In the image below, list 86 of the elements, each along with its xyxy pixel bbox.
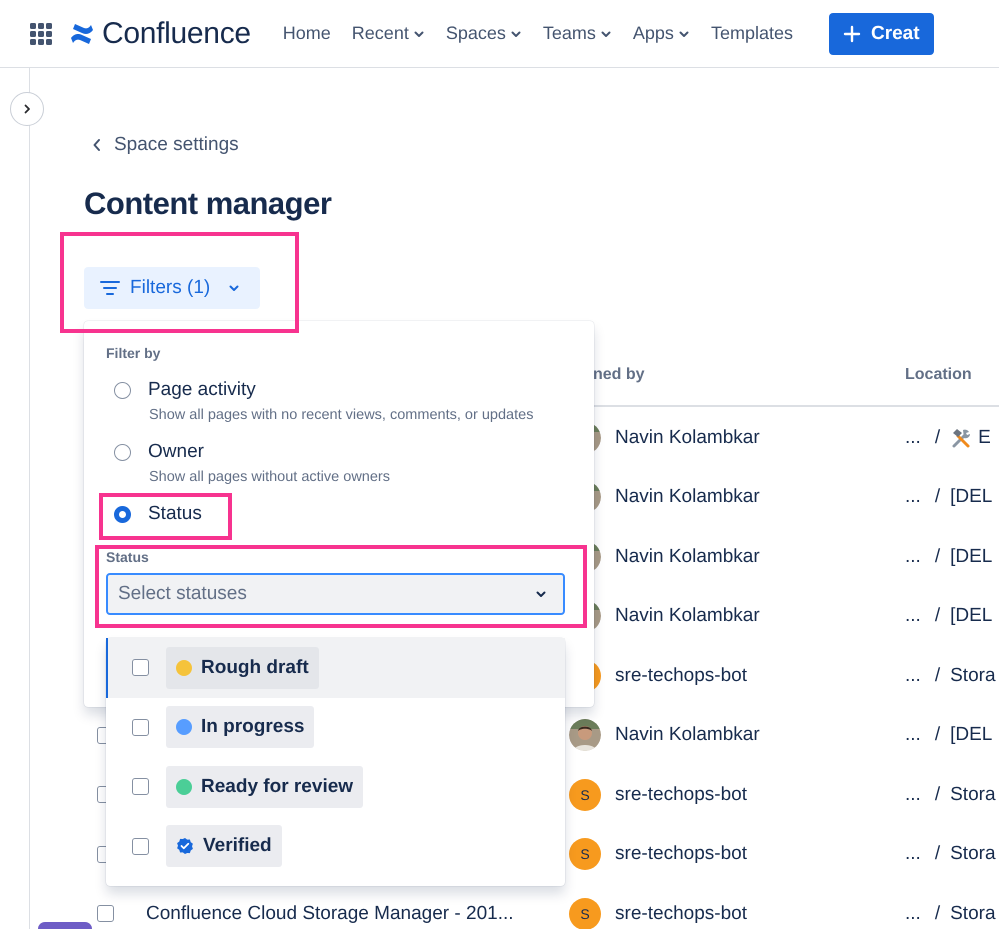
field-label: Status (106, 549, 150, 565)
breadcrumb-ellipsis[interactable]: ... (905, 426, 921, 449)
status-option[interactable]: In progress (106, 698, 565, 757)
owner-name[interactable]: Navin Kolambkar (615, 605, 760, 628)
breadcrumb-ellipsis[interactable]: ... (905, 486, 921, 508)
product-name[interactable]: Confluence (102, 16, 251, 50)
location-link[interactable]: Stora (950, 843, 996, 866)
status-option[interactable]: Verified (106, 816, 565, 876)
app-switcher-icon[interactable] (30, 22, 52, 44)
location-link[interactable]: Stora (950, 902, 996, 925)
breadcrumb-ellipsis[interactable]: ... (905, 605, 921, 628)
option-description: Show all pages without active owners (149, 468, 391, 487)
breadcrumb-ellipsis[interactable]: ... (905, 784, 921, 806)
owner-name[interactable]: sre-techops-bot (615, 843, 748, 866)
location-link[interactable]: [DEL (950, 546, 992, 568)
filters-button[interactable]: Filters (1) (84, 267, 260, 309)
page-title-link[interactable]: Confluence Cloud Storage Manager - 201... (146, 902, 514, 924)
tools-icon (950, 426, 972, 449)
option-description: Show all pages with no recent views, comments, or updates (149, 406, 534, 425)
verified-badge-icon (176, 837, 194, 856)
status-option[interactable]: Ready for review (106, 757, 565, 816)
option-label[interactable]: Status (148, 503, 202, 525)
breadcrumb-separator: / (934, 784, 940, 806)
create-button[interactable]: Creat (828, 12, 934, 54)
location-link[interactable]: Stora (950, 784, 996, 806)
nav-menu-item[interactable]: Home (282, 16, 331, 52)
back-link[interactable]: Space settings (92, 132, 239, 158)
breadcrumb-separator: / (934, 546, 940, 568)
chevron-left-icon (92, 138, 102, 152)
page-title: Content manager (84, 185, 332, 223)
location-link[interactable]: [DEL (950, 724, 992, 746)
status-checkbox[interactable] (132, 778, 149, 796)
column-header[interactable]: Location (905, 366, 972, 384)
breadcrumb-separator: / (934, 843, 940, 866)
owner-name[interactable]: Navin Kolambkar (615, 724, 760, 746)
owner-name[interactable]: sre-techops-bot (615, 664, 748, 687)
owner-name[interactable]: Navin Kolambkar (615, 486, 760, 508)
status-label: Verified (203, 835, 272, 858)
breadcrumb-ellipsis[interactable]: ... (905, 546, 921, 568)
nav-menu-item[interactable]: Spaces (446, 16, 522, 52)
radio-button[interactable] (114, 506, 131, 522)
owner-name[interactable]: Navin Kolambkar (615, 546, 760, 568)
status-select[interactable]: Select statuses (106, 573, 565, 615)
row-checkbox[interactable] (97, 905, 114, 922)
status-checkbox[interactable] (132, 659, 149, 676)
status-checkbox[interactable] (132, 838, 149, 855)
location-link[interactable]: [DEL (950, 486, 992, 508)
breadcrumb-separator: / (934, 486, 940, 508)
radio-button[interactable] (114, 382, 131, 398)
plus-icon (842, 24, 861, 42)
nav-menu-item[interactable]: Teams (542, 16, 612, 52)
location-link[interactable]: E (978, 426, 991, 449)
owner-name[interactable]: sre-techops-bot (615, 902, 748, 925)
breadcrumb-ellipsis[interactable]: ... (905, 902, 921, 925)
filter-icon (100, 280, 120, 296)
avatar-initial: S (580, 906, 590, 922)
owner-name[interactable]: Navin Kolambkar (615, 426, 760, 449)
option-label[interactable]: Owner (148, 441, 204, 463)
section-label: Filter by (106, 345, 162, 363)
status-checkbox[interactable] (132, 718, 149, 736)
nav-menu-item[interactable]: Templates (710, 16, 793, 52)
avatar-initial: S (580, 786, 590, 803)
floating-button[interactable] (38, 922, 92, 929)
chevron-right-icon (22, 104, 32, 114)
nav-menu-item[interactable]: Apps (632, 16, 690, 52)
breadcrumb-ellipsis[interactable]: ... (905, 843, 921, 866)
breadcrumb-separator: / (934, 605, 940, 628)
breadcrumb-separator: / (934, 724, 940, 746)
column-header[interactable]: ned by (593, 366, 645, 384)
breadcrumb-separator: / (934, 902, 940, 925)
owner-name[interactable]: sre-techops-bot (615, 784, 748, 806)
status-label: Rough draft (201, 656, 309, 679)
location-link[interactable]: Stora (950, 664, 996, 687)
status-option[interactable]: Rough draft (106, 638, 565, 698)
status-label: In progress (201, 716, 304, 738)
option-label[interactable]: Page activity (148, 379, 256, 401)
status-label: Ready for review (201, 776, 354, 798)
breadcrumb-ellipsis[interactable]: ... (905, 664, 921, 687)
breadcrumb-ellipsis[interactable]: ... (905, 724, 921, 746)
breadcrumb-separator: / (934, 664, 940, 687)
nav-menu-item[interactable]: Recent (352, 16, 425, 52)
breadcrumb-separator: / (934, 426, 940, 449)
location-link[interactable]: [DEL (950, 605, 992, 628)
avatar-initial: S (580, 846, 590, 862)
radio-button[interactable] (114, 444, 131, 460)
logo-icon[interactable] (70, 22, 94, 44)
